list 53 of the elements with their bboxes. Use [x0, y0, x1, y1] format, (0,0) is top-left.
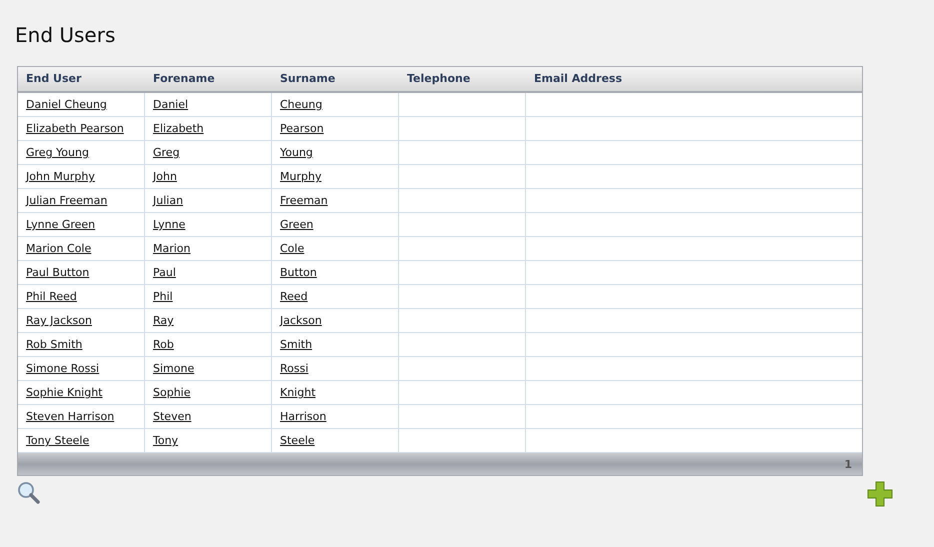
end-user-link[interactable]: Simone Rossi	[26, 362, 100, 375]
surname-link[interactable]: Pearson	[280, 122, 324, 135]
forename-link[interactable]: Tony	[153, 434, 178, 447]
surname-link[interactable]: Young	[280, 146, 313, 159]
surname-link[interactable]: Smith	[280, 338, 312, 351]
end-user-link[interactable]: Paul Button	[26, 266, 90, 279]
end-user-link[interactable]: Rob Smith	[26, 338, 82, 351]
forename-link[interactable]: Simone	[153, 362, 194, 375]
column-header[interactable]: Email Address	[534, 72, 622, 85]
forename-link[interactable]: Phil	[153, 290, 173, 303]
surname-link[interactable]: Knight	[280, 386, 316, 399]
surname-link[interactable]: Rossi	[280, 362, 308, 375]
forename-link[interactable]: John	[153, 170, 177, 183]
surname-link[interactable]: Freeman	[280, 194, 328, 207]
forename-link[interactable]: Steven	[153, 410, 192, 423]
end-user-link[interactable]: Tony Steele	[26, 434, 90, 447]
page-title: End Users	[15, 22, 116, 48]
end-user-link[interactable]: Steven Harrison	[26, 410, 114, 423]
surname-link[interactable]: Green	[280, 218, 314, 231]
forename-link[interactable]: Paul	[153, 266, 176, 279]
forename-link[interactable]: Daniel	[153, 98, 188, 111]
column-header[interactable]: Surname	[280, 72, 336, 85]
column-header[interactable]: End User	[26, 72, 82, 85]
search-icon[interactable]	[17, 481, 41, 505]
forename-link[interactable]: Lynne	[153, 218, 186, 231]
forename-link[interactable]: Sophie	[153, 386, 190, 399]
add-icon[interactable]	[867, 481, 893, 507]
surname-link[interactable]: Harrison	[280, 410, 326, 423]
forename-link[interactable]: Greg	[153, 146, 180, 159]
end-user-link[interactable]: Phil Reed	[26, 290, 77, 303]
surname-link[interactable]: Murphy	[280, 170, 322, 183]
column-header[interactable]: Forename	[153, 72, 215, 85]
surname-link[interactable]: Cole	[280, 242, 304, 255]
end-user-link[interactable]: Daniel Cheung	[26, 98, 107, 111]
forename-link[interactable]: Julian	[153, 194, 184, 207]
end-user-link[interactable]: Julian Freeman	[26, 194, 108, 207]
surname-link[interactable]: Steele	[280, 434, 315, 447]
surname-link[interactable]: Button	[280, 266, 317, 279]
end-user-link[interactable]: Greg Young	[26, 146, 89, 159]
forename-link[interactable]: Elizabeth	[153, 122, 204, 135]
end-user-link[interactable]: John Murphy	[26, 170, 95, 183]
surname-link[interactable]: Cheung	[280, 98, 322, 111]
forename-link[interactable]: Marion	[153, 242, 191, 255]
forename-link[interactable]: Ray	[153, 314, 174, 327]
end-user-link[interactable]: Elizabeth Pearson	[26, 122, 124, 135]
end-user-link[interactable]: Ray Jackson	[26, 314, 92, 327]
end-user-link[interactable]: Sophie Knight	[26, 386, 102, 399]
end-user-link[interactable]: Marion Cole	[26, 242, 92, 255]
forename-link[interactable]: Rob	[153, 338, 174, 351]
column-header[interactable]: Telephone	[407, 72, 470, 85]
end-user-link[interactable]: Lynne Green	[26, 218, 96, 231]
surname-link[interactable]: Reed	[280, 290, 308, 303]
surname-link[interactable]: Jackson	[280, 314, 322, 327]
